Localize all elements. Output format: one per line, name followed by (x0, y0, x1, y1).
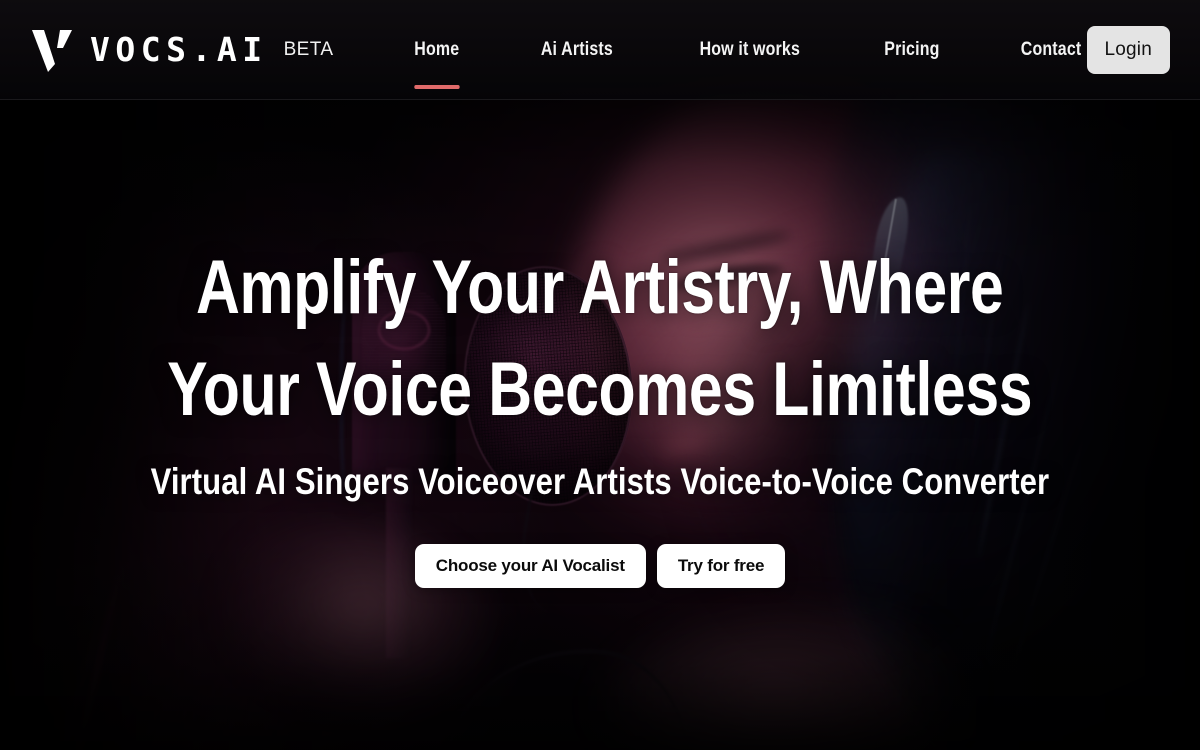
nav-item-how-it-works[interactable]: How it works (683, 0, 815, 100)
nav-item-ai-artists[interactable]: Ai Artists (525, 0, 629, 100)
try-for-free-button[interactable]: Try for free (656, 544, 786, 589)
beta-badge: BETA (283, 38, 334, 60)
hero-headline-line-1: Amplify Your Artistry, Where (196, 244, 1004, 330)
nav-item-contact[interactable]: Contact (1005, 0, 1098, 100)
main-navigation: Home Ai Artists How it works Pricing Con… (391, 0, 1122, 100)
hero-subheadline: Virtual AI Singers Voiceover Artists Voi… (150, 460, 1050, 502)
nav-item-pricing[interactable]: Pricing (869, 0, 956, 100)
hero-section: Amplify Your Artistry, Where Your Voice … (0, 100, 1200, 750)
hero-cta-group: Choose your AI Vocalist Try for free (414, 544, 786, 589)
hero-headline-line-2: Your Voice Becomes Limitless (167, 346, 1033, 432)
brand-wordmark: VOCS.AI (90, 30, 268, 69)
landing-page: VOCS.AI BETA Home Ai Artists How it work… (0, 0, 1200, 750)
v-accent-logo-icon (32, 29, 72, 72)
choose-ai-vocalist-button[interactable]: Choose your AI Vocalist (414, 544, 646, 589)
login-button[interactable]: Login (1086, 26, 1170, 74)
site-header: VOCS.AI BETA Home Ai Artists How it work… (0, 0, 1200, 100)
brand-logo[interactable]: VOCS.AI BETA (30, 26, 333, 74)
nav-item-home[interactable]: Home (399, 0, 476, 100)
